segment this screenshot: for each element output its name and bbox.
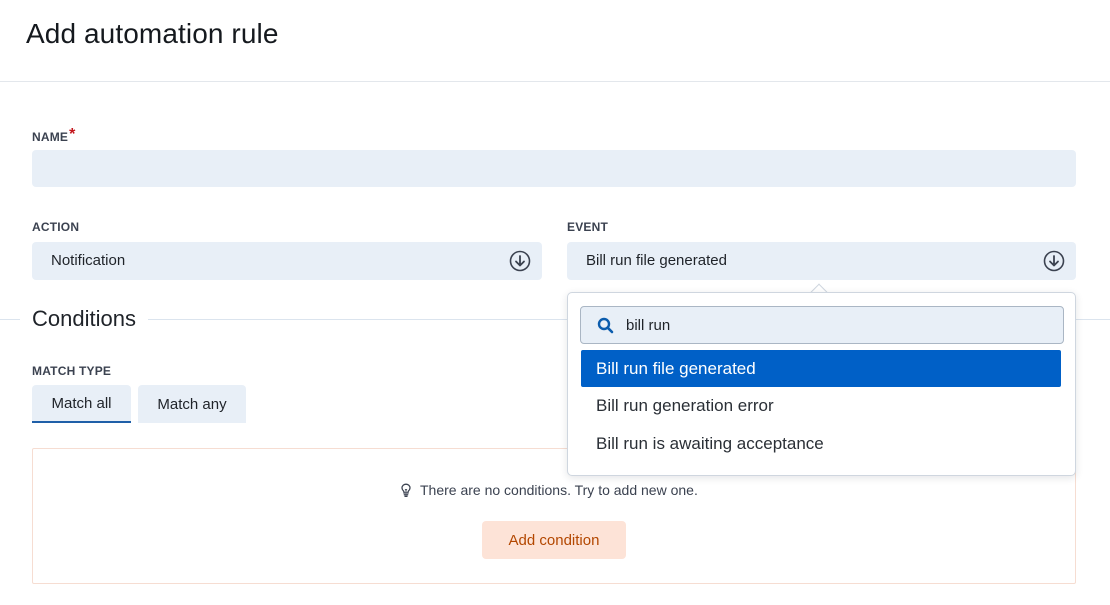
page-title: Add automation rule xyxy=(26,18,279,49)
search-icon xyxy=(597,317,614,334)
match-type-label: MATCH TYPE xyxy=(32,364,112,378)
action-label: ACTION xyxy=(32,220,80,234)
event-select[interactable]: Bill run file generated xyxy=(567,242,1076,280)
dropdown-search-value: bill run xyxy=(626,317,671,334)
page-header: Add automation rule xyxy=(0,0,1110,82)
empty-conditions-text: There are no conditions. Try to add new … xyxy=(420,482,698,498)
circle-arrow-down-icon xyxy=(1043,250,1065,272)
action-select-value: Notification xyxy=(51,252,126,269)
name-label: NAME* xyxy=(32,126,76,146)
event-dropdown: bill run Bill run file generated Bill ru… xyxy=(567,292,1076,476)
dropdown-option[interactable]: Bill run generation error xyxy=(581,387,1061,424)
lightbulb-icon xyxy=(401,483,411,498)
conditions-title: Conditions xyxy=(20,306,148,332)
name-label-text: NAME xyxy=(32,130,69,144)
match-all-button[interactable]: Match all xyxy=(32,385,131,423)
event-select-value: Bill run file generated xyxy=(586,252,727,269)
empty-conditions-message: There are no conditions. Try to add new … xyxy=(398,482,698,498)
add-condition-button[interactable]: Add condition xyxy=(482,521,626,559)
required-mark: * xyxy=(69,126,76,143)
dropdown-option[interactable]: Bill run file generated xyxy=(581,350,1061,387)
dropdown-option[interactable]: Bill run is awaiting acceptance xyxy=(581,425,1061,462)
event-label: EVENT xyxy=(567,220,609,234)
circle-arrow-down-icon xyxy=(509,250,531,272)
name-input[interactable] xyxy=(32,150,1076,187)
dropdown-search-input[interactable]: bill run xyxy=(580,306,1064,344)
action-select[interactable]: Notification xyxy=(32,242,542,280)
match-any-button[interactable]: Match any xyxy=(138,385,246,423)
